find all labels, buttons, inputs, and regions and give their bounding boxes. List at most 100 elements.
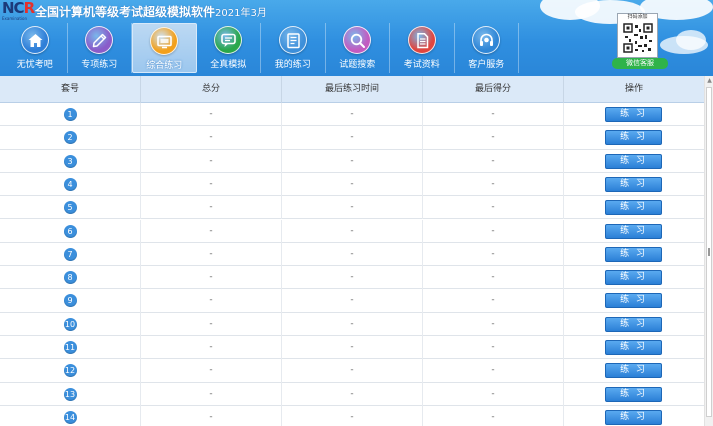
practice-button[interactable]: 练 习: [605, 176, 662, 192]
last-score-cell: -: [423, 172, 564, 197]
total-score-cell: -: [141, 405, 282, 426]
column-header-last-score[interactable]: 最后得分: [423, 76, 564, 103]
nav-tab-my-practice[interactable]: 我的练习: [261, 23, 326, 73]
total-score-cell: -: [141, 382, 282, 406]
table-row: 4---练 习: [0, 172, 704, 197]
action-cell: 练 习: [564, 173, 704, 196]
action-cell: 练 习: [564, 336, 704, 359]
vertical-scrollbar[interactable]: ▲: [704, 76, 713, 426]
set-number-cell: 11: [0, 336, 141, 360]
total-score-cell: -: [141, 196, 282, 220]
last-practice-time-cell: -: [282, 289, 423, 313]
nav-tab-label: 无忧考吧: [16, 60, 53, 70]
set-number-cell: 8: [0, 266, 141, 290]
last-practice-time-cell: -: [282, 172, 423, 197]
headset-icon: [472, 26, 501, 54]
set-number-badge: 6: [63, 224, 77, 238]
set-number-badge: 2: [63, 131, 77, 145]
table-row: 12- - - 练 习: [0, 359, 704, 383]
wechat-service[interactable]: 扫码添加 微信客服: [612, 13, 669, 69]
table-row: 6---练 习: [0, 219, 704, 243]
nav-tab-question-search[interactable]: 试题搜索: [326, 23, 390, 73]
nav-tab-label: 综合练习: [146, 61, 183, 71]
nav-tab-customer-service[interactable]: 客户服务: [455, 23, 519, 73]
set-number-cell: 9: [0, 289, 141, 313]
last-practice-time-cell: -: [282, 149, 423, 173]
total-score-cell: -: [141, 336, 282, 360]
last-practice-time-cell: -: [282, 405, 423, 426]
scroll-up-icon[interactable]: ▲: [705, 76, 713, 85]
chat-icon: [214, 26, 243, 54]
exam-set-table: 套号 总分 最后练习时间 最后得分 操作 1---练 习2---练 习3---练…: [0, 76, 704, 426]
practice-button[interactable]: 练 习: [605, 340, 662, 355]
set-number-cell: 3: [0, 149, 141, 173]
total-score-cell: -: [141, 266, 282, 290]
nav-tab-full-mock-exam[interactable]: 全真模拟: [197, 23, 261, 73]
practice-button[interactable]: 练 习: [605, 246, 662, 262]
practice-button[interactable]: 练 习: [605, 386, 662, 402]
monitor-icon: [150, 27, 179, 55]
table-row: 3---练 习: [0, 149, 704, 173]
last-score-cell: -: [423, 382, 564, 406]
last-practice-time-cell: -: [282, 103, 423, 127]
nav-tab-label: 考试资料: [403, 60, 440, 70]
nav-tab-exam-materials[interactable]: 考试资料: [390, 23, 455, 73]
set-number-badge: 4: [63, 177, 77, 191]
practice-button[interactable]: 练 习: [605, 153, 662, 169]
nav-tab-home[interactable]: 无忧考吧: [3, 23, 68, 73]
set-number-badge: 9: [63, 294, 77, 308]
scrollbar-thumb[interactable]: [706, 87, 712, 417]
app-window: NCR Examination 全国计算机等级考试超级模拟软件2021年3月 无…: [0, 0, 713, 426]
total-score-cell: -: [141, 126, 282, 150]
nav-tab-label: 专项练习: [81, 60, 118, 70]
action-cell: 练 习: [564, 359, 704, 382]
practice-button[interactable]: 练 习: [605, 223, 662, 239]
last-practice-time-cell: -: [282, 336, 423, 360]
nav-tab-special-practice[interactable]: 专项练习: [68, 23, 132, 73]
total-score-cell: -: [141, 219, 282, 243]
practice-button[interactable]: 练 习: [605, 270, 662, 286]
action-cell: 练 习: [564, 313, 704, 336]
practice-button[interactable]: 练 习: [605, 293, 662, 309]
set-number-cell: 12: [0, 359, 141, 383]
practice-button[interactable]: 练 习: [605, 316, 662, 332]
nav-tab-label: 试题搜索: [339, 60, 376, 70]
app-title: 全国计算机等级考试超级模拟软件2021年3月: [35, 5, 267, 19]
last-practice-time-cell: -: [282, 126, 423, 150]
app-version: 2021年3月: [215, 8, 267, 19]
search-icon: [343, 26, 372, 54]
table-row: 7---练 习: [0, 242, 704, 267]
column-header-set-number[interactable]: 套号: [0, 76, 141, 103]
nav-tab-comprehensive-practice[interactable]: 综合练习: [132, 23, 197, 73]
file-icon: [407, 26, 436, 54]
column-header-total-score[interactable]: 总分: [141, 76, 282, 103]
action-cell: 练 习: [564, 196, 704, 219]
last-practice-time-cell: -: [282, 312, 423, 336]
action-cell: 练 习: [564, 103, 704, 126]
set-number-cell: 14: [0, 405, 141, 426]
practice-button[interactable]: 练 习: [605, 200, 662, 216]
set-number-cell: 1: [0, 103, 141, 127]
table-row: 5---练 习: [0, 196, 704, 220]
set-number-badge: 3: [63, 154, 77, 168]
home-icon: [20, 26, 49, 54]
last-practice-time-cell: -: [282, 242, 423, 267]
practice-button[interactable]: 练 习: [605, 363, 662, 379]
main-nav: 无忧考吧 专项练习 综合练习 全真模拟 我的练习 试题搜索 考试资料 客户服务: [3, 23, 519, 73]
last-practice-time-cell: -: [282, 266, 423, 290]
column-header-last-practice-time[interactable]: 最后练习时间: [282, 76, 423, 103]
set-number-badge: 8: [63, 271, 77, 285]
app-header: NCR Examination 全国计算机等级考试超级模拟软件2021年3月 无…: [0, 0, 713, 76]
table-row: 2---练 习: [0, 126, 704, 150]
practice-button[interactable]: 练 习: [605, 409, 662, 425]
last-score-cell: -: [423, 336, 564, 360]
action-cell: 练 习: [564, 126, 704, 149]
practice-button[interactable]: 练 习: [605, 130, 662, 146]
set-number-badge: 14: [63, 410, 77, 424]
last-practice-time-cell: -: [282, 196, 423, 220]
last-score-cell: -: [423, 196, 564, 220]
action-cell: 练 习: [564, 220, 704, 243]
last-score-cell: -: [423, 359, 564, 383]
nav-tab-label: 我的练习: [274, 60, 311, 70]
practice-button[interactable]: 练 习: [605, 107, 662, 122]
